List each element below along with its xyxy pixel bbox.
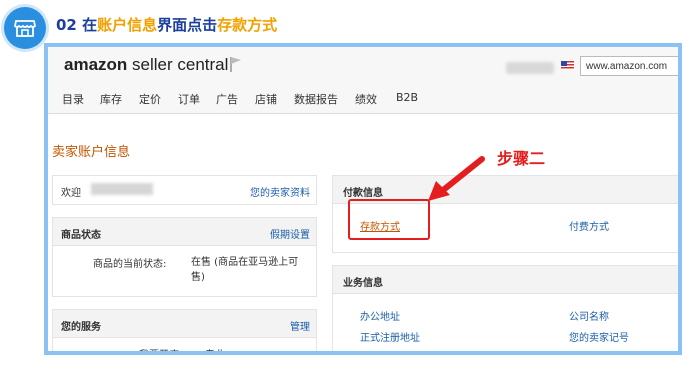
welcome-label: 欢迎 [61, 188, 81, 199]
amazon-seller-central-logo[interactable]: amazon seller central [64, 55, 228, 75]
vacation-settings-link[interactable]: 假期设置 [270, 226, 310, 241]
logo-suffix: seller central [127, 55, 229, 74]
office-address-link[interactable]: 办公地址 [360, 308, 400, 323]
nav-item-catalog[interactable]: 目录 [62, 91, 84, 107]
payment-info-title: 付款信息 [343, 188, 383, 199]
seller-id-link[interactable]: 您的卖家记号 [569, 329, 629, 344]
step-number: 02 [56, 16, 77, 34]
nav-item-pricing[interactable]: 定价 [139, 91, 161, 107]
blurred-seller-name [91, 183, 153, 195]
blurred-username [506, 62, 554, 74]
step-title-part1: 在 [82, 16, 98, 34]
nav-item-performance[interactable]: 绩效 [355, 91, 377, 107]
business-info-header: 业务信息 [333, 266, 678, 294]
product-status-header: 商品状态 假期设置 [53, 218, 316, 246]
step-title-part3: 界面点击 [157, 16, 218, 34]
step-two-label: 步骤二 [497, 149, 546, 168]
service-row-value: 专业 [205, 346, 225, 351]
step-store-icon [4, 7, 46, 49]
nav-item-orders[interactable]: 订单 [178, 91, 200, 107]
seller-central-screenshot: amazon seller central www.amazon.com 目录 … [44, 43, 682, 355]
deposit-method-highlight-box [348, 199, 430, 240]
charge-method-link[interactable]: 付费方式 [569, 218, 609, 233]
service-row-label: 我要开店 [139, 346, 179, 351]
registered-address-link[interactable]: 正式注册地址 [360, 329, 420, 344]
your-services-title: 您的服务 [61, 322, 101, 333]
step-title-deposit-method: 存款方式 [217, 16, 278, 34]
your-services-panel: 您的服务 管理 我要开店 专业 [52, 309, 317, 351]
nav-item-reports[interactable]: 数据报告 [294, 91, 338, 107]
your-services-header: 您的服务 管理 [53, 310, 316, 338]
welcome-panel: 欢迎 您的卖家资料 [52, 175, 317, 205]
main-nav: 目录 库存 定价 订单 广告 店铺 数据报告 绩效 B2B [48, 85, 678, 114]
company-name-link[interactable]: 公司名称 [569, 308, 609, 323]
current-status-value: 在售 (商品在亚马逊上可售) [191, 257, 299, 283]
us-flag-icon[interactable] [561, 61, 574, 70]
logo-brand: amazon [64, 55, 128, 74]
page-title: 卖家账户信息 [52, 145, 131, 160]
step-title: 02 在账户信息界面点击存款方式 [56, 14, 277, 35]
product-status-panel: 商品状态 假期设置 商品的当前状态: 在售 (商品在亚马逊上可售) [52, 217, 317, 297]
nav-item-b2b[interactable]: B2B [396, 91, 418, 104]
manage-services-link[interactable]: 管理 [290, 318, 310, 333]
red-arrow-icon [428, 156, 485, 201]
business-info-panel: 业务信息 办公地址 公司名称 正式注册地址 您的卖家记号 [332, 265, 678, 351]
top-bar: amazon seller central www.amazon.com [48, 47, 678, 85]
current-status-label: 商品的当前状态: [93, 259, 167, 270]
business-info-title: 业务信息 [343, 278, 383, 289]
nav-item-stores[interactable]: 店铺 [255, 91, 277, 107]
nav-item-inventory[interactable]: 库存 [100, 91, 122, 107]
flag-icon[interactable] [228, 55, 244, 73]
product-status-title: 商品状态 [61, 230, 101, 241]
step-title-account-info: 账户信息 [97, 16, 158, 34]
nav-item-advertising[interactable]: 广告 [216, 91, 238, 107]
marketplace-selector[interactable]: www.amazon.com [580, 56, 678, 76]
seller-profile-link[interactable]: 您的卖家资料 [250, 184, 310, 199]
